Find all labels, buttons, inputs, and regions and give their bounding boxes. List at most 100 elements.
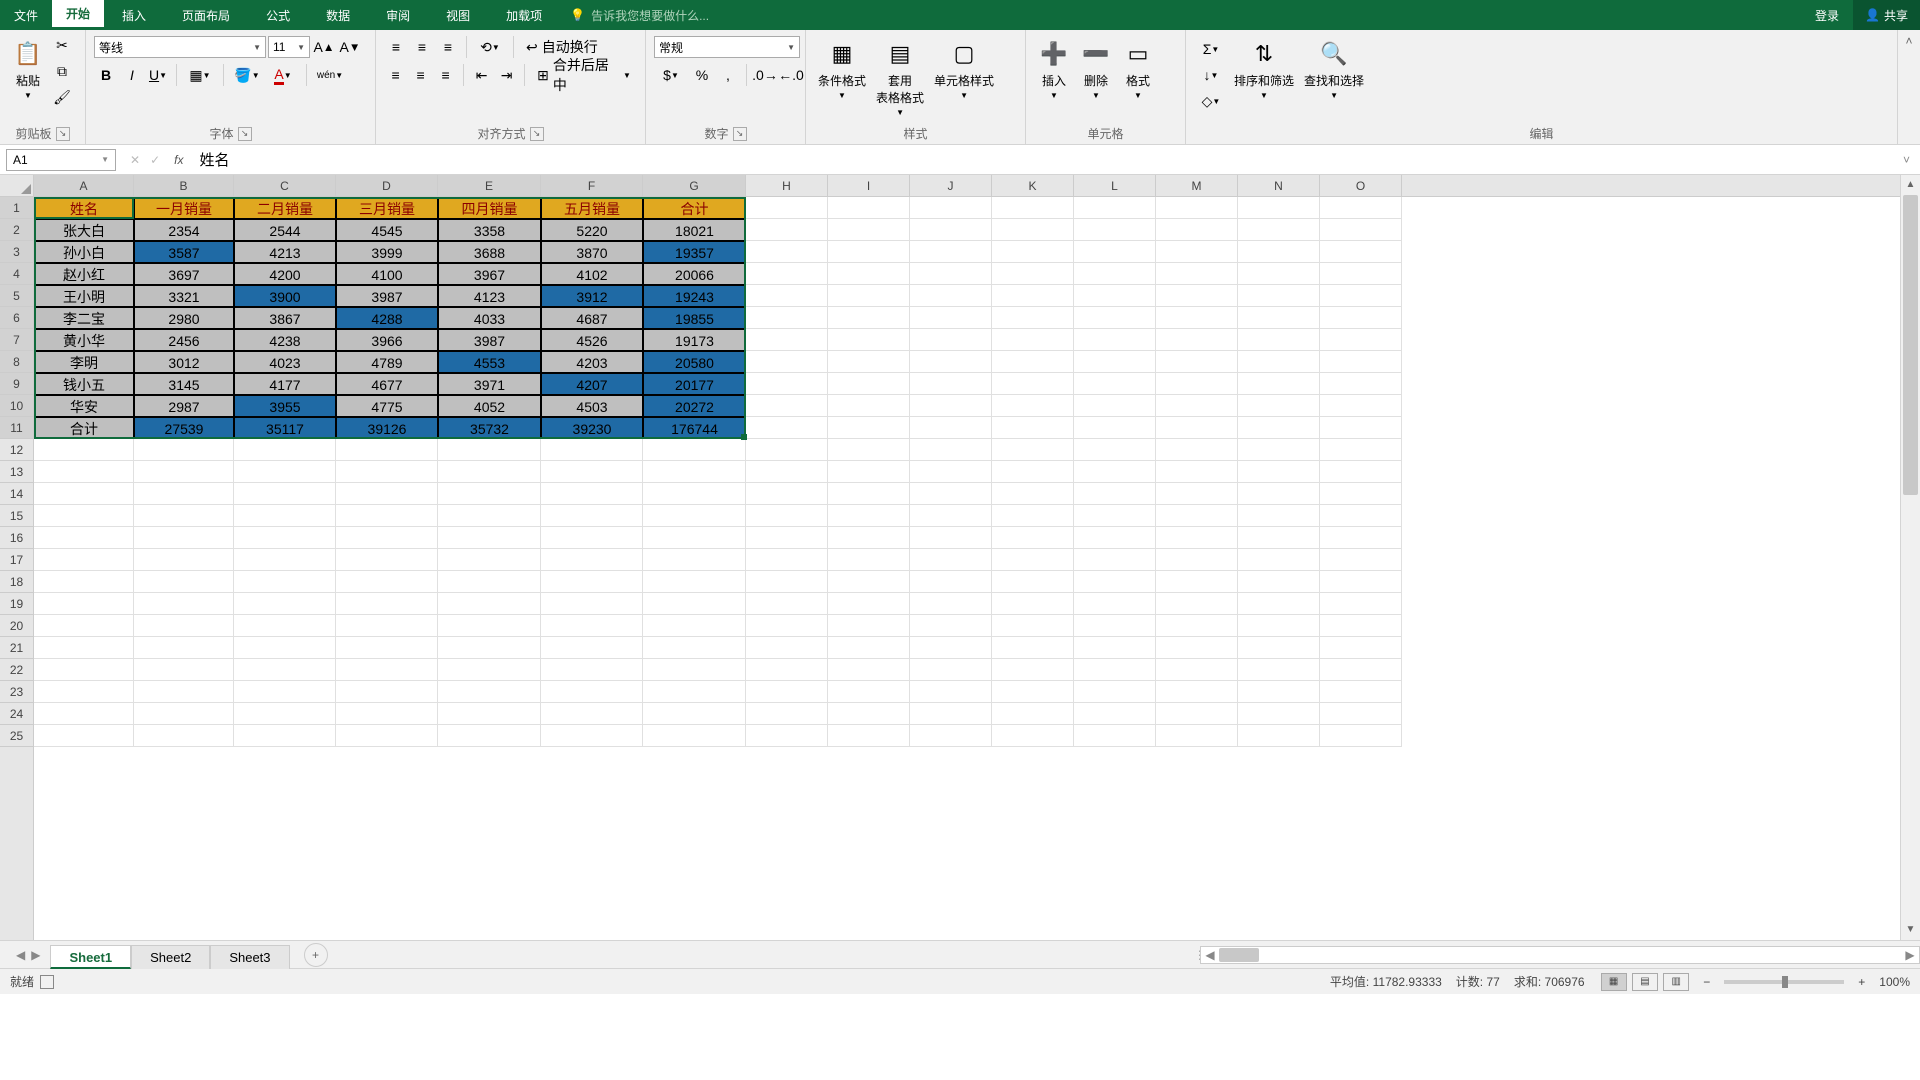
cell-J16[interactable] bbox=[910, 527, 992, 549]
format-as-table-button[interactable]: ▤套用 表格格式▼ bbox=[872, 34, 928, 121]
col-header-G[interactable]: G bbox=[643, 175, 746, 196]
cell-N9[interactable] bbox=[1238, 373, 1320, 395]
cell-L25[interactable] bbox=[1074, 725, 1156, 747]
cell-A22[interactable] bbox=[34, 659, 134, 681]
cell-M17[interactable] bbox=[1156, 549, 1238, 571]
cell-E21[interactable] bbox=[438, 637, 541, 659]
cell-E25[interactable] bbox=[438, 725, 541, 747]
copy-button[interactable]: ⧉ bbox=[50, 60, 74, 82]
cell-N19[interactable] bbox=[1238, 593, 1320, 615]
cell-M19[interactable] bbox=[1156, 593, 1238, 615]
cell-J24[interactable] bbox=[910, 703, 992, 725]
cell-J18[interactable] bbox=[910, 571, 992, 593]
cell-G19[interactable] bbox=[643, 593, 746, 615]
cell-M24[interactable] bbox=[1156, 703, 1238, 725]
italic-button[interactable]: I bbox=[120, 64, 144, 86]
cell-N13[interactable] bbox=[1238, 461, 1320, 483]
hscroll-right[interactable]: ▶ bbox=[1901, 948, 1919, 962]
cell-G21[interactable] bbox=[643, 637, 746, 659]
cell-A15[interactable] bbox=[34, 505, 134, 527]
zoom-level[interactable]: 100% bbox=[1879, 975, 1910, 989]
cell-L10[interactable] bbox=[1074, 395, 1156, 417]
cell-O12[interactable] bbox=[1320, 439, 1402, 461]
cell-C25[interactable] bbox=[234, 725, 336, 747]
tab-page-layout[interactable]: 页面布局 bbox=[164, 0, 248, 30]
cell-D1[interactable]: 三月销量 bbox=[336, 197, 438, 219]
cell-L5[interactable] bbox=[1074, 285, 1156, 307]
add-sheet-button[interactable]: + bbox=[304, 943, 328, 967]
cell-N7[interactable] bbox=[1238, 329, 1320, 351]
tab-home[interactable]: 开始 bbox=[52, 0, 104, 30]
cell-F18[interactable] bbox=[541, 571, 643, 593]
cell-E18[interactable] bbox=[438, 571, 541, 593]
cell-L11[interactable] bbox=[1074, 417, 1156, 439]
cell-E3[interactable]: 3688 bbox=[438, 241, 541, 263]
cell-D2[interactable]: 4545 bbox=[336, 219, 438, 241]
cell-G16[interactable] bbox=[643, 527, 746, 549]
col-header-N[interactable]: N bbox=[1238, 175, 1320, 196]
cell-I12[interactable] bbox=[828, 439, 910, 461]
cell-D18[interactable] bbox=[336, 571, 438, 593]
col-header-B[interactable]: B bbox=[134, 175, 234, 196]
cell-A11[interactable]: 合计 bbox=[34, 417, 134, 439]
cell-I24[interactable] bbox=[828, 703, 910, 725]
tab-nav-prev[interactable]: ◀ bbox=[16, 948, 25, 962]
cell-F23[interactable] bbox=[541, 681, 643, 703]
cell-B7[interactable]: 2456 bbox=[134, 329, 234, 351]
cell-O3[interactable] bbox=[1320, 241, 1402, 263]
cell-N17[interactable] bbox=[1238, 549, 1320, 571]
cell-I19[interactable] bbox=[828, 593, 910, 615]
cell-J1[interactable] bbox=[910, 197, 992, 219]
row-header-10[interactable]: 10 bbox=[0, 395, 33, 417]
cell-L18[interactable] bbox=[1074, 571, 1156, 593]
cell-F20[interactable] bbox=[541, 615, 643, 637]
cell-N18[interactable] bbox=[1238, 571, 1320, 593]
tab-file[interactable]: 文件 bbox=[0, 0, 52, 30]
cell-M16[interactable] bbox=[1156, 527, 1238, 549]
cell-A12[interactable] bbox=[34, 439, 134, 461]
cell-F11[interactable]: 39230 bbox=[541, 417, 643, 439]
cell-D15[interactable] bbox=[336, 505, 438, 527]
cell-K13[interactable] bbox=[992, 461, 1074, 483]
cell-C22[interactable] bbox=[234, 659, 336, 681]
cell-I21[interactable] bbox=[828, 637, 910, 659]
comma-button[interactable]: , bbox=[716, 64, 740, 86]
cell-K20[interactable] bbox=[992, 615, 1074, 637]
paste-button[interactable]: 📋 粘贴 ▼ bbox=[8, 34, 48, 104]
sheet-tab-3[interactable]: Sheet3 bbox=[210, 945, 289, 969]
cell-styles-button[interactable]: ▢单元格样式▼ bbox=[930, 34, 998, 104]
row-header-15[interactable]: 15 bbox=[0, 505, 33, 527]
cell-J3[interactable] bbox=[910, 241, 992, 263]
cell-N12[interactable] bbox=[1238, 439, 1320, 461]
col-header-C[interactable]: C bbox=[234, 175, 336, 196]
align-left-button[interactable]: ≡ bbox=[384, 64, 407, 86]
cell-B19[interactable] bbox=[134, 593, 234, 615]
cell-J15[interactable] bbox=[910, 505, 992, 527]
cell-F14[interactable] bbox=[541, 483, 643, 505]
cell-H16[interactable] bbox=[746, 527, 828, 549]
cell-E12[interactable] bbox=[438, 439, 541, 461]
cell-O2[interactable] bbox=[1320, 219, 1402, 241]
row-header-23[interactable]: 23 bbox=[0, 681, 33, 703]
clear-button[interactable]: ◇▼ bbox=[1194, 90, 1228, 112]
hscroll-left[interactable]: ◀ bbox=[1201, 948, 1219, 962]
cell-A19[interactable] bbox=[34, 593, 134, 615]
cell-H24[interactable] bbox=[746, 703, 828, 725]
cell-D24[interactable] bbox=[336, 703, 438, 725]
cell-G13[interactable] bbox=[643, 461, 746, 483]
cell-D12[interactable] bbox=[336, 439, 438, 461]
cell-D13[interactable] bbox=[336, 461, 438, 483]
cell-H10[interactable] bbox=[746, 395, 828, 417]
clipboard-dialog-launcher[interactable]: ↘ bbox=[56, 127, 70, 141]
tab-data[interactable]: 数据 bbox=[308, 0, 368, 30]
cell-K3[interactable] bbox=[992, 241, 1074, 263]
autosum-button[interactable]: Σ▼ bbox=[1194, 38, 1228, 60]
cell-M20[interactable] bbox=[1156, 615, 1238, 637]
cell-B14[interactable] bbox=[134, 483, 234, 505]
row-header-11[interactable]: 11 bbox=[0, 417, 33, 439]
formula-input[interactable]: 姓名 bbox=[193, 149, 229, 170]
cell-O16[interactable] bbox=[1320, 527, 1402, 549]
cell-M14[interactable] bbox=[1156, 483, 1238, 505]
row-header-17[interactable]: 17 bbox=[0, 549, 33, 571]
cell-L1[interactable] bbox=[1074, 197, 1156, 219]
